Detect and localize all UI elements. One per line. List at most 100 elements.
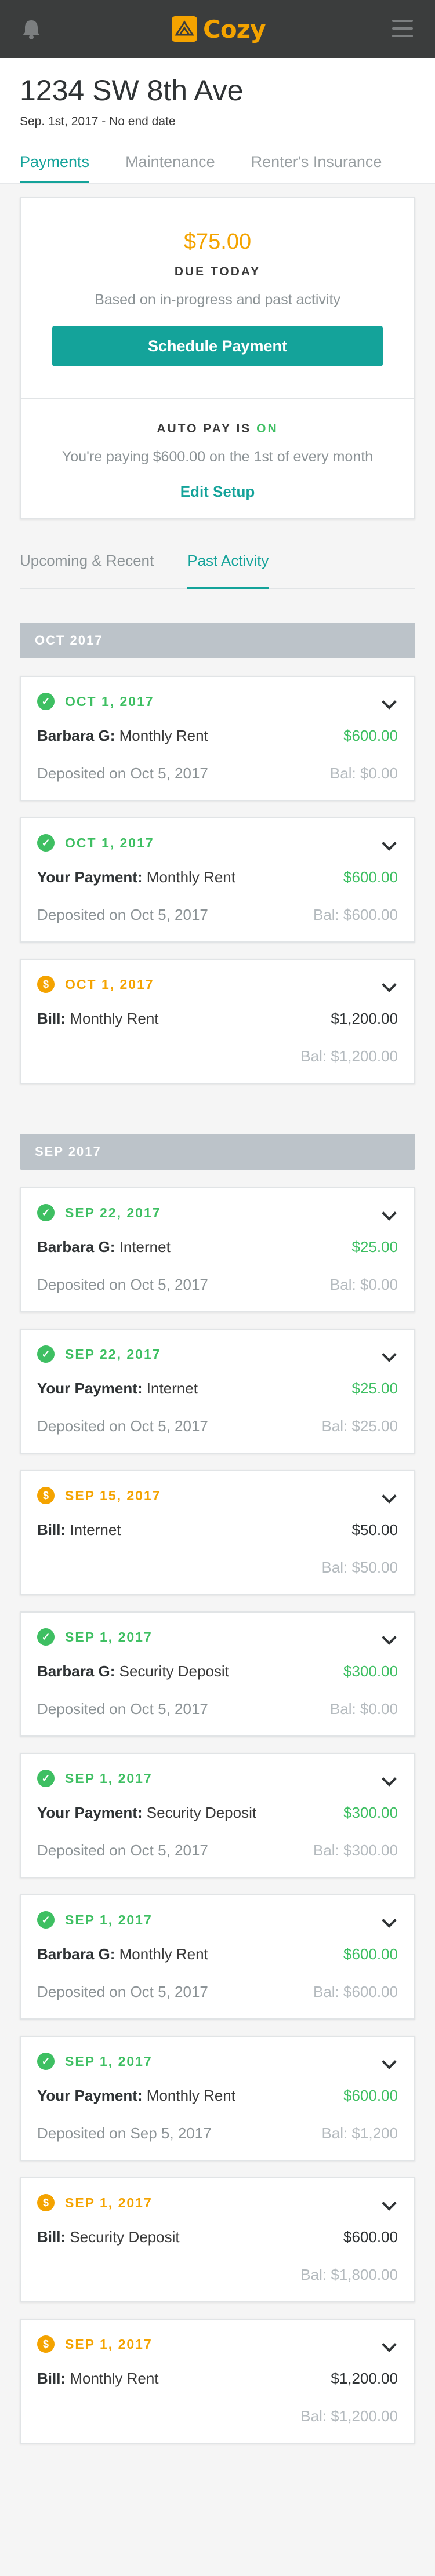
activity-entry[interactable]: ✓ OCT 1, 2017 Your Payment: Monthly Rent $6… [20,817,415,943]
entry-amount: $600.00 [343,2087,398,2104]
activity-entry[interactable]: ✓ SEP 1, 2017 Your Payment: Security Depos… [20,1753,415,1878]
entry-party: Barbara G: [37,727,115,744]
menu-icon[interactable] [392,20,413,37]
entry-deposit-note: Deposited on Sep 5, 2017 [37,2124,212,2142]
bell-icon[interactable] [20,17,43,41]
check-circle-icon: ✓ [37,2053,55,2070]
entry-date: OCT 1, 2017 [65,835,154,850]
dollar-circle-icon: $ [37,1487,55,1504]
entry-party: Barbara G: [37,1945,115,1963]
entry-amount: $600.00 [343,2228,398,2246]
entry-party: Your Payment: [37,868,143,886]
entry-amount: $300.00 [343,1804,398,1821]
tab-upcoming-recent[interactable]: Upcoming & Recent [20,552,154,588]
entry-party: Your Payment: [37,2087,143,2104]
entry-date: SEP 1, 2017 [65,2053,153,2069]
payments-content: $75.00 DUE TODAY Based on in-progress an… [0,184,435,2444]
entry-amount: $300.00 [343,1662,398,1680]
cozy-logo-icon [172,16,197,42]
main-tabs: Payments Maintenance Renter's Insurance … [20,153,415,183]
month-header: SEP 2017 [20,1134,415,1170]
dollar-circle-icon: $ [37,976,55,993]
due-card: $75.00 DUE TODAY Based on in-progress an… [20,197,415,519]
entry-description: Security Deposit [119,1662,229,1680]
entry-description: Internet [119,1238,171,1256]
tab-payments[interactable]: Payments [20,153,90,183]
entry-description: Internet [146,1380,198,1397]
activity-entry[interactable]: $ SEP 1, 2017 Bill: Monthly Rent $1,200.00 B… [20,2319,415,2444]
check-circle-icon: ✓ [37,1345,55,1363]
entry-balance: Bal: $50.00 [321,1559,398,1576]
tab-renters-insurance[interactable]: Renter's Insurance [251,153,382,183]
entry-description: Monthly Rent [146,2087,235,2104]
entry-amount: $1,200.00 [331,1010,398,1027]
month-header: OCT 2017 [20,623,415,658]
entry-deposit-note: Deposited on Oct 5, 2017 [37,1700,208,1718]
autopay-note: You're paying $600.00 on the 1st of ever… [61,449,374,465]
activity-entry[interactable]: ✓ SEP 1, 2017 Barbara G: Security Deposit $… [20,1611,415,1737]
autopay-status: AUTO PAY IS ON [38,422,397,436]
entry-description: Security Deposit [146,1804,257,1821]
entry-date: SEP 22, 2017 [65,1205,161,1220]
entry-description: Monthly Rent [119,727,208,744]
entry-deposit-note: Deposited on Oct 5, 2017 [37,1842,208,1859]
edit-setup-link[interactable]: Edit Setup [180,483,255,501]
entry-balance: Bal: $0.00 [329,1276,398,1293]
entry-balance: Bal: $600.00 [313,1983,398,2000]
check-circle-icon: ✓ [37,1204,55,1221]
entry-party: Bill: [37,1010,66,1027]
entry-amount: $25.00 [351,1380,398,1397]
entry-date: OCT 1, 2017 [65,693,154,709]
entry-amount: $25.00 [351,1238,398,1256]
activity-entry[interactable]: ✓ OCT 1, 2017 Barbara G: Monthly Rent $600.… [20,676,415,801]
entry-description: Monthly Rent [70,2370,159,2387]
tab-past-activity[interactable]: Past Activity [187,552,269,589]
due-note: Based on in-progress and past activity [95,292,340,308]
activity-entry[interactable]: $ OCT 1, 2017 Bill: Monthly Rent $1,200.00 B… [20,959,415,1084]
tab-maintenance[interactable]: Maintenance [125,153,215,183]
entry-date: SEP 1, 2017 [65,1912,153,1927]
entry-party: Bill: [37,1521,66,1538]
entry-balance: Bal: $0.00 [329,1700,398,1718]
app-name: Cozy [203,14,266,43]
entry-amount: $50.00 [351,1521,398,1538]
entry-balance: Bal: $600.00 [313,906,398,923]
entry-balance: Bal: $300.00 [313,1842,398,1859]
entry-amount: $600.00 [343,1945,398,1963]
activity-tabs: Upcoming & Recent Past Activity [20,552,415,589]
entry-description: Security Deposit [70,2228,180,2246]
entry-description: Internet [70,1521,121,1538]
entry-party: Your Payment: [37,1380,143,1397]
activity-entry[interactable]: ✓ SEP 1, 2017 Your Payment: Monthly Rent $6… [20,2036,415,2161]
entry-balance: Bal: $1,200.00 [300,1047,398,1065]
cozy-logo[interactable]: Cozy [172,13,266,45]
check-circle-icon: ✓ [37,693,55,710]
entry-date: SEP 15, 2017 [65,1487,161,1503]
lease-dates: Sep. 1st, 2017 - No end date [20,115,176,128]
check-circle-icon: ✓ [37,1911,55,1929]
entry-description: Monthly Rent [146,868,235,886]
entry-party: Bill: [37,2370,66,2387]
schedule-payment-button[interactable]: Schedule Payment [52,326,383,366]
entry-balance: Bal: $1,800.00 [300,2266,398,2283]
entry-date: SEP 1, 2017 [65,2195,153,2210]
autopay-on: ON [256,422,278,435]
entry-balance: Bal: $1,200.00 [300,2407,398,2425]
entry-date: SEP 1, 2017 [65,1770,153,1786]
entry-description: Monthly Rent [119,1945,208,1963]
activity-entry[interactable]: $ SEP 1, 2017 Bill: Security Deposit $600.0… [20,2177,415,2302]
page-header: 1234 SW 8th Ave Sep. 1st, 2017 - No end … [0,58,435,183]
activity-entry[interactable]: ✓ SEP 22, 2017 Your Payment: Internet $25.0… [20,1329,415,1454]
entry-deposit-note: Deposited on Oct 5, 2017 [37,765,208,782]
entry-date: SEP 22, 2017 [65,1346,161,1362]
entry-deposit-note: Deposited on Oct 5, 2017 [37,1417,208,1435]
due-amount: $75.00 [183,230,252,254]
entry-party: Barbara G: [37,1662,115,1680]
entry-balance: Bal: $1,200 [321,2124,398,2142]
activity-entry[interactable]: $ SEP 15, 2017 Bill: Internet $50.00 Bal: $5… [20,1470,415,1595]
activity-entry[interactable]: ✓ SEP 1, 2017 Barbara G: Monthly Rent $600.… [20,1894,415,2020]
autopay-label: AUTO PAY IS [157,422,257,435]
activity-entry[interactable]: ✓ SEP 22, 2017 Barbara G: Internet $25.00 De… [20,1187,415,1312]
